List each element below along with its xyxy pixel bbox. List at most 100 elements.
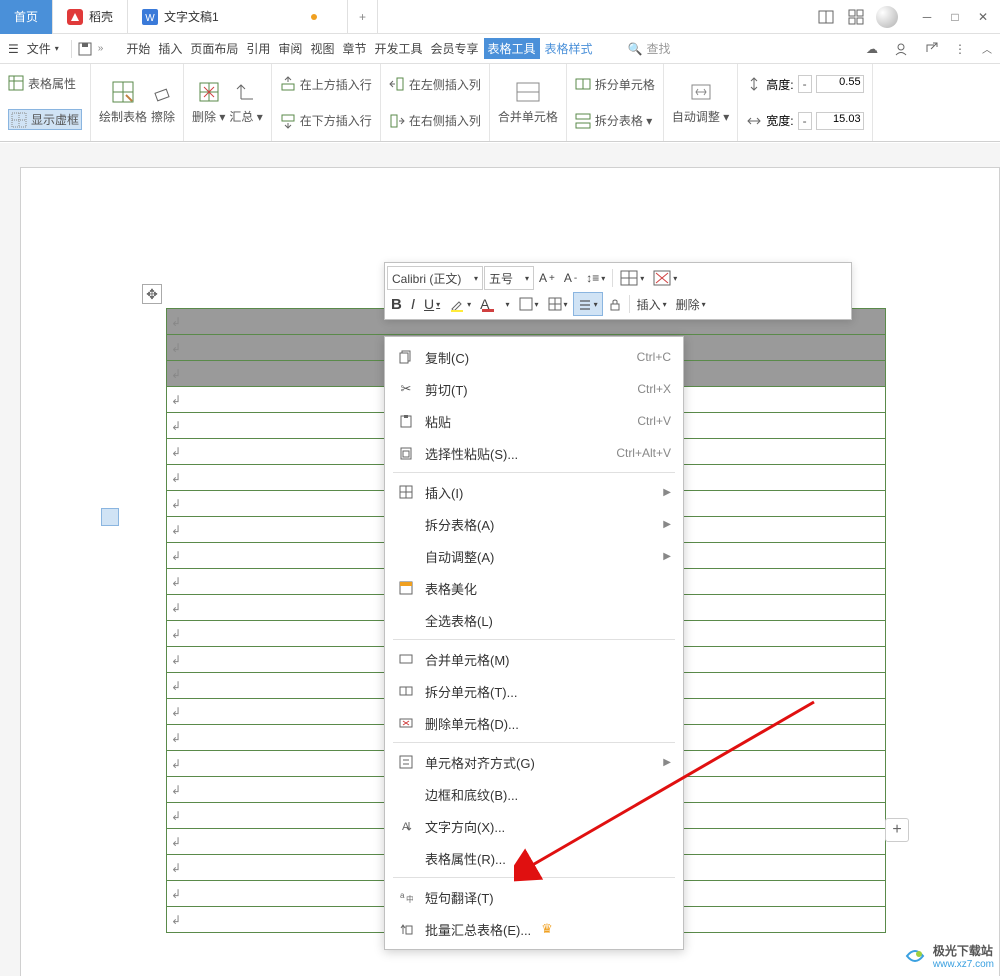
- more-icon[interactable]: ⋮: [954, 42, 966, 56]
- split-cells-button[interactable]: 拆分单元格: [575, 76, 655, 93]
- ctx-cut[interactable]: ✂剪切(T)Ctrl+X: [385, 373, 683, 405]
- ctx-autofit[interactable]: 自动调整(A)▶: [385, 540, 683, 572]
- ctx-split-cell[interactable]: 拆分单元格(T)...: [385, 675, 683, 707]
- menu-table-tools[interactable]: 表格工具: [484, 38, 540, 59]
- menu-devtools[interactable]: 开发工具: [371, 40, 425, 57]
- tab-home[interactable]: 首页: [0, 0, 53, 34]
- table-props-icon: [8, 75, 24, 91]
- width-icon: [746, 113, 762, 129]
- cloud-icon[interactable]: ☁: [866, 42, 878, 56]
- height-decrement[interactable]: -: [798, 75, 812, 93]
- more-quick-icon[interactable]: »: [98, 43, 104, 54]
- grid-icon[interactable]: [846, 7, 866, 27]
- share-icon[interactable]: [924, 42, 938, 56]
- menu-insert[interactable]: 插入: [155, 40, 185, 57]
- insert-left-button[interactable]: 在左侧插入列: [389, 76, 481, 93]
- menu-view[interactable]: 视图: [307, 40, 337, 57]
- eraser-icon: [151, 80, 175, 104]
- collapse-ribbon-icon[interactable]: ︿: [982, 41, 992, 56]
- insert-right-button[interactable]: 在右侧插入列: [389, 112, 481, 129]
- ctx-table-properties[interactable]: 表格属性(R)...: [385, 842, 683, 874]
- ctx-delete-cell[interactable]: 删除单元格(D)...: [385, 707, 683, 739]
- align-button[interactable]: ▾: [573, 292, 603, 316]
- font-combo[interactable]: Calibri (正文)▾: [387, 266, 483, 290]
- table-properties-button[interactable]: 表格属性: [8, 75, 82, 92]
- tab-document[interactable]: W 文字文稿1: [128, 0, 348, 34]
- show-gridlines-button[interactable]: 显示虚框: [8, 109, 82, 130]
- watermark-logo-icon: [903, 944, 927, 968]
- clipboard-hint-icon[interactable]: [101, 508, 119, 526]
- highlight-button[interactable]: ▾: [445, 292, 475, 316]
- layout-icon[interactable]: [816, 7, 836, 27]
- insert-below-button[interactable]: 在下方插入行: [280, 112, 372, 129]
- insert-above-button[interactable]: 在上方插入行: [280, 76, 372, 93]
- underline-button[interactable]: U▾: [420, 292, 444, 316]
- borders-button[interactable]: ▾: [515, 292, 543, 316]
- ctx-beautify[interactable]: 表格美化: [385, 572, 683, 604]
- split-table-icon: [575, 113, 591, 129]
- menu-review[interactable]: 审阅: [275, 40, 305, 57]
- ctx-borders[interactable]: 边框和底纹(B)...: [385, 778, 683, 810]
- ctx-paste-special[interactable]: 选择性粘贴(S)...Ctrl+Alt+V: [385, 437, 683, 469]
- file-menu[interactable]: 文件▾: [21, 40, 65, 57]
- menu-table-style[interactable]: 表格样式: [542, 40, 596, 57]
- minimize-button[interactable]: ─: [918, 8, 936, 26]
- ctx-text-direction[interactable]: A文字方向(X)...: [385, 810, 683, 842]
- ctx-paste[interactable]: 粘贴Ctrl+V: [385, 405, 683, 437]
- search-box[interactable]: 🔍 查找: [628, 40, 671, 57]
- fontsize-combo[interactable]: 五号▾: [484, 266, 534, 290]
- line-spacing-button[interactable]: ↕≡▾: [582, 266, 609, 290]
- add-column-button[interactable]: +: [885, 818, 909, 842]
- ctx-merge[interactable]: 合并单元格(M): [385, 643, 683, 675]
- height-value[interactable]: 0.55: [816, 75, 864, 93]
- split-table-button[interactable]: 拆分表格 ▾: [575, 112, 655, 129]
- shading-button[interactable]: ▾: [544, 292, 572, 316]
- decrease-font-button[interactable]: A-: [560, 266, 581, 290]
- menu-member[interactable]: 会员专享: [427, 40, 481, 57]
- lock-button[interactable]: [604, 292, 626, 316]
- bold-button[interactable]: B: [387, 292, 406, 316]
- ctx-translate[interactable]: a中短句翻译(T): [385, 881, 683, 913]
- ctx-split-table[interactable]: 拆分表格(A)▶: [385, 508, 683, 540]
- merge-cells-button[interactable]: 合并单元格: [498, 73, 558, 133]
- autofit-icon: [689, 80, 713, 104]
- mini-insert-button[interactable]: 插入▾: [633, 292, 671, 316]
- tab-docer[interactable]: 稻壳: [53, 0, 128, 34]
- user-icon[interactable]: [894, 42, 908, 56]
- ctx-cell-align[interactable]: 单元格对齐方式(G)▶: [385, 746, 683, 778]
- table-move-handle[interactable]: ✥: [142, 284, 162, 304]
- eraser-button[interactable]: 擦除: [151, 73, 175, 133]
- menu-chapter[interactable]: 章节: [339, 40, 369, 57]
- menu-layout[interactable]: 页面布局: [187, 40, 241, 57]
- ctx-insert[interactable]: 插入(I)▶: [385, 476, 683, 508]
- tab-add[interactable]: +: [348, 0, 378, 34]
- table-delete-icon[interactable]: ▾: [649, 266, 681, 290]
- summary-button[interactable]: 汇总 ▾: [229, 73, 262, 133]
- width-decrement[interactable]: -: [798, 112, 812, 130]
- close-button[interactable]: ✕: [974, 8, 992, 26]
- italic-button[interactable]: I: [407, 292, 419, 316]
- paste-icon: [397, 412, 415, 430]
- tab-document-label: 文字文稿1: [164, 8, 219, 25]
- draw-table-button[interactable]: 绘制表格: [99, 73, 147, 133]
- width-value[interactable]: 15.03: [816, 112, 864, 130]
- table-insert-icon[interactable]: ▾: [616, 266, 648, 290]
- row-height: 高度: - 0.55: [746, 75, 863, 93]
- mini-toolbar: Calibri (正文)▾ 五号▾ A+ A- ↕≡▾ ▾ ▾ B I U▾ ▾…: [384, 262, 852, 320]
- menu-reference[interactable]: 引用: [243, 40, 273, 57]
- avatar[interactable]: [876, 6, 898, 28]
- menu-start[interactable]: 开始: [123, 40, 153, 57]
- mini-delete-button[interactable]: 删除▾: [672, 292, 710, 316]
- ctx-batch-summary[interactable]: 批量汇总表格(E)... ♛: [385, 913, 683, 945]
- save-icon[interactable]: [78, 42, 92, 56]
- ctx-copy[interactable]: 复制(C)Ctrl+C: [385, 341, 683, 373]
- delete-button[interactable]: 删除 ▾: [192, 73, 225, 133]
- font-color-button[interactable]: A▾: [476, 292, 513, 316]
- maximize-button[interactable]: □: [946, 8, 964, 26]
- increase-font-button[interactable]: A+: [535, 266, 559, 290]
- ctx-select-all[interactable]: 全选表格(L): [385, 604, 683, 636]
- menu-icon[interactable]: ☰: [8, 42, 19, 56]
- insert-right-icon: [389, 113, 405, 129]
- autofit-button[interactable]: 自动调整 ▾: [672, 73, 729, 133]
- word-icon: W: [142, 9, 158, 25]
